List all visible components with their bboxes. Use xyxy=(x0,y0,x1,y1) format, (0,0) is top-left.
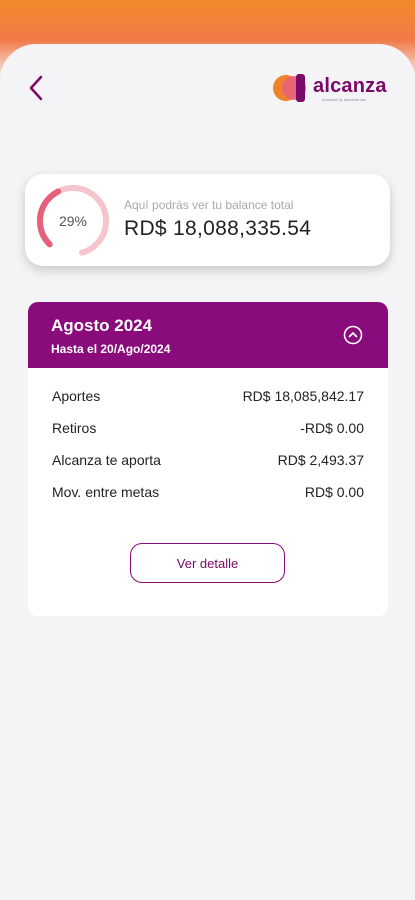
row-mov-entre-metas: Mov. entre metas RD$ 0.00 xyxy=(52,482,364,502)
chevron-left-icon xyxy=(29,75,43,101)
row-retiros: Retiros -RD$ 0.00 xyxy=(52,418,364,438)
row-aportes: Aportes RD$ 18,085,842.17 xyxy=(52,386,364,406)
row-alcanza-te-aporta: Alcanza te aporta RD$ 2,493.37 xyxy=(52,450,364,470)
balance-card: 29% Aquí podrás ver tu balance total RD$… xyxy=(25,174,390,266)
balance-total: RD$ 18,088,335.54 xyxy=(124,217,312,240)
app-logo: alcanza powered by banreservas xyxy=(272,71,390,107)
logo-wordmark: alcanza xyxy=(313,75,387,97)
row-value: RD$ 2,493.37 xyxy=(277,452,364,468)
logo-tagline: powered by banreservas xyxy=(322,97,366,102)
row-value: RD$ 0.00 xyxy=(304,484,364,500)
row-value: -RD$ 0.00 xyxy=(300,420,364,436)
period-subtitle: Hasta el 20/Ago/2024 xyxy=(51,342,171,356)
row-label: Aportes xyxy=(52,388,101,404)
period-summary-card: Agosto 2024 Hasta el 20/Ago/2024 Aportes… xyxy=(28,302,388,616)
row-value: RD$ 18,085,842.17 xyxy=(242,388,364,404)
back-button[interactable] xyxy=(22,74,50,102)
view-detail-button[interactable]: Ver detalle xyxy=(130,543,285,583)
period-header[interactable]: Agosto 2024 Hasta el 20/Ago/2024 xyxy=(28,302,388,368)
balance-hint: Aquí podrás ver tu balance total xyxy=(124,198,294,212)
chevron-up-circle-icon[interactable] xyxy=(343,325,363,345)
row-label: Alcanza te aporta xyxy=(52,452,161,468)
alcanza-logo-icon xyxy=(273,74,306,102)
balance-percent: 29% xyxy=(58,213,88,229)
row-label: Mov. entre metas xyxy=(52,484,160,500)
row-label: Retiros xyxy=(52,420,97,436)
period-title: Agosto 2024 xyxy=(51,316,153,335)
